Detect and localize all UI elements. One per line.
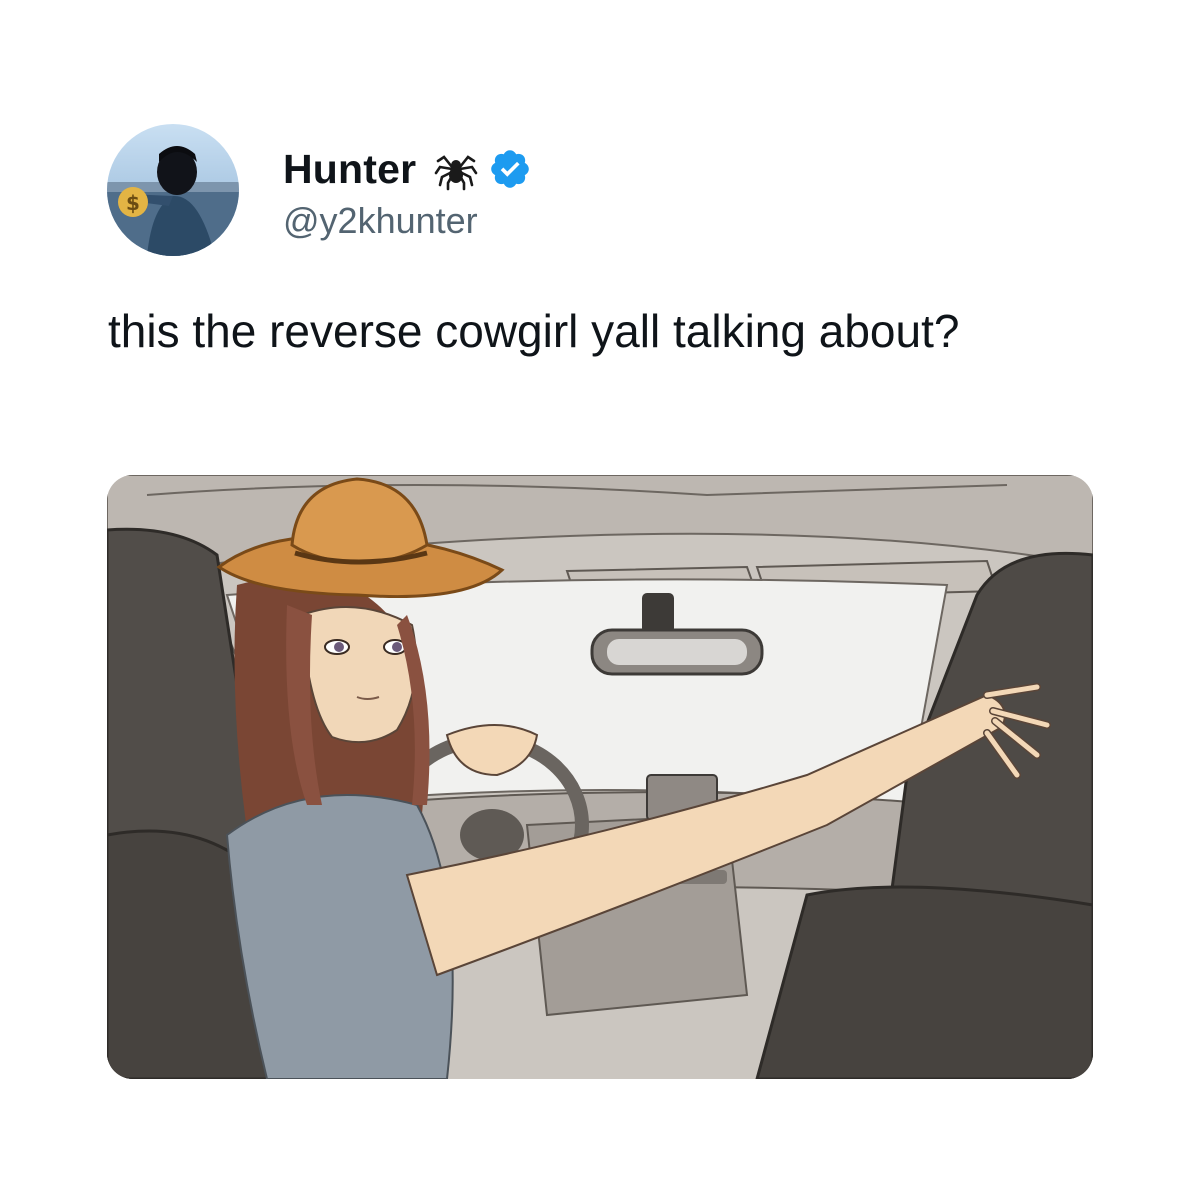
name-row: Hunter — [283, 141, 532, 197]
tweet-header: $ Hunter @y2khunter — [107, 122, 532, 258]
svg-text:$: $ — [126, 191, 140, 215]
tweet-media[interactable] — [107, 475, 1093, 1079]
display-name[interactable]: Hunter — [283, 148, 416, 190]
author-identity: Hunter @y2khunter — [283, 141, 532, 239]
spider-icon — [434, 147, 478, 191]
avatar-image: $ — [107, 124, 239, 256]
tweet-text: this the reverse cowgirl yall talking ab… — [108, 305, 960, 357]
car-illustration-image — [107, 475, 1093, 1079]
handle[interactable]: @y2khunter — [283, 203, 532, 239]
verified-badge-icon — [488, 147, 532, 191]
avatar[interactable]: $ — [107, 124, 239, 256]
